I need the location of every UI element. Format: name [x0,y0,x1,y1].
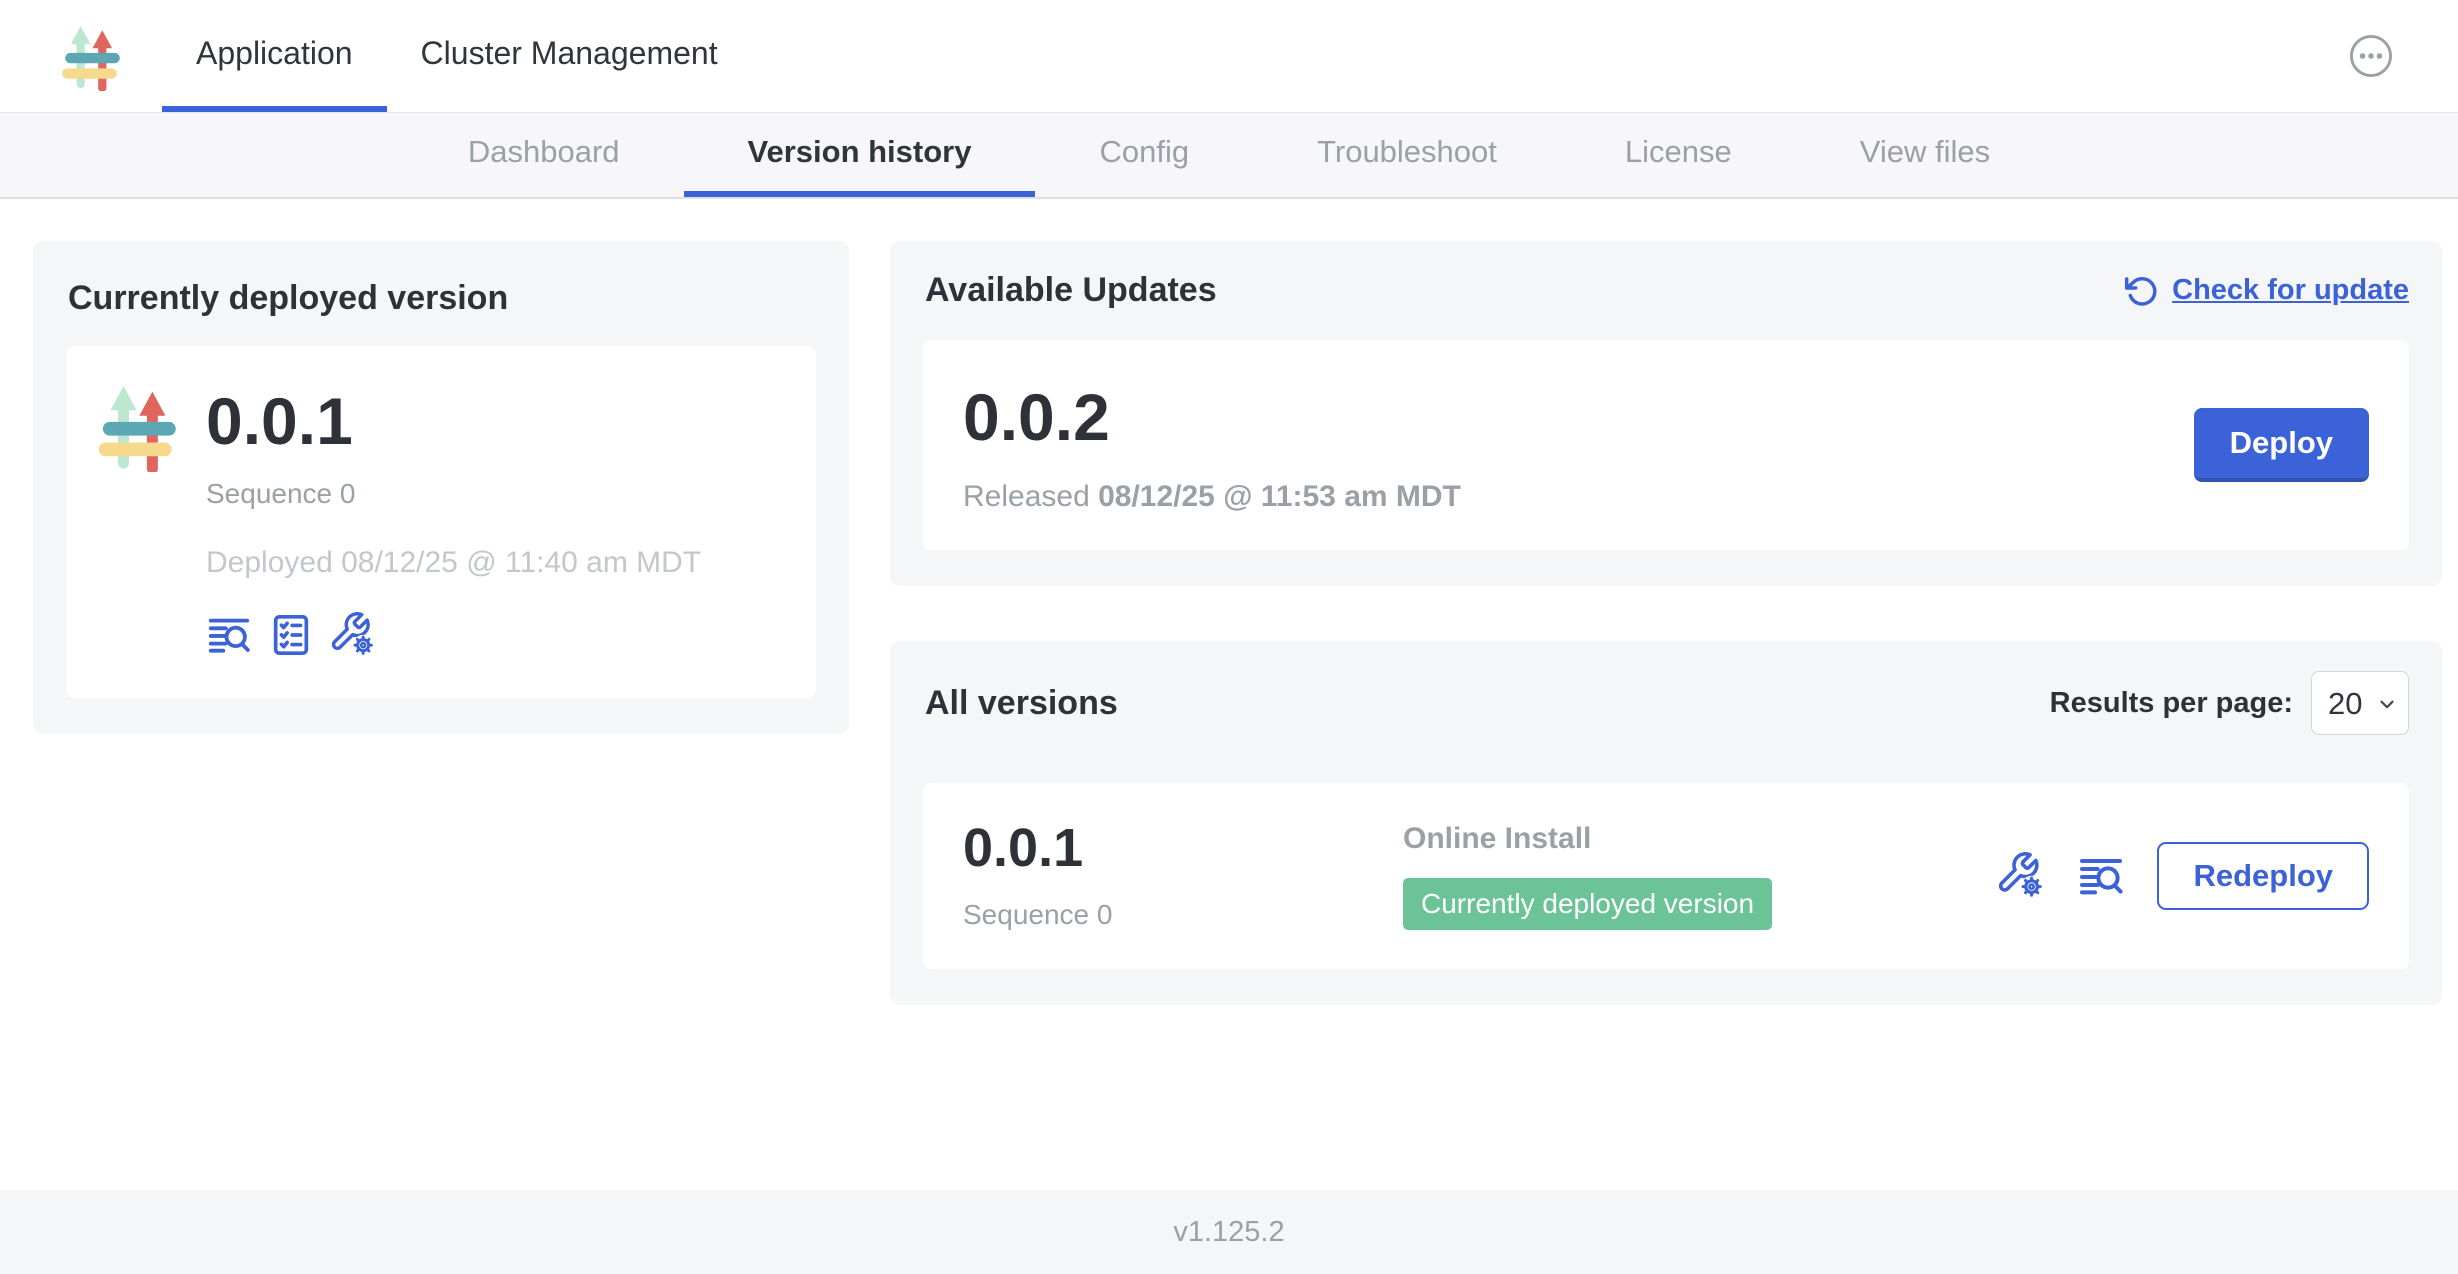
tab-application[interactable]: Application [162,0,387,112]
all-versions-card: All versions Results per page: 20 [890,641,2442,1005]
currently-deployed-card: Currently deployed version 0.0.1 Sequenc… [33,241,849,734]
release-notes-icon[interactable] [2077,852,2125,900]
released-prefix: Released [963,480,1098,513]
results-per-page-select[interactable]: 20 [2311,671,2409,735]
available-updates-card: Available Updates Check for update 0.0.2 [890,241,2442,586]
released-timestamp: 08/12/25 @ 11:53 am MDT [1098,480,1461,513]
deployed-sequence: Sequence 0 [206,478,701,510]
console-version: v1.125.2 [1173,1216,1284,1249]
tab-version-history[interactable]: Version history [684,113,1036,197]
tab-license[interactable]: License [1561,113,1796,197]
preflight-checks-icon[interactable] [268,612,314,658]
ellipsis-circle-icon [2348,33,2394,79]
tab-troubleshoot[interactable]: Troubleshoot [1253,113,1561,197]
update-released-line: Released 08/12/25 @ 11:53 am MDT [963,480,1461,514]
install-type-label: Online Install [1403,822,1997,856]
check-for-update-link[interactable]: Check for update [2124,273,2409,309]
row-sequence: Sequence 0 [963,899,1403,931]
right-column: Available Updates Check for update 0.0.2 [890,241,2442,1190]
deploy-button[interactable]: Deploy [2194,408,2369,482]
edit-config-icon[interactable] [1997,852,2045,900]
tab-view-files[interactable]: View files [1796,113,2054,197]
results-per-page-label: Results per page: [2050,687,2293,720]
redeploy-button[interactable]: Redeploy [2157,842,2369,910]
refresh-icon [2124,273,2160,309]
check-for-update-label: Check for update [2172,274,2409,307]
console-footer: v1.125.2 [0,1190,2458,1274]
tab-dashboard[interactable]: Dashboard [404,113,684,197]
app-header: Application Cluster Management [0,0,2458,113]
available-updates-title: Available Updates [925,271,1217,310]
all-versions-title: All versions [925,684,1118,723]
deployed-timestamp: Deployed 08/12/25 @ 11:40 am MDT [206,546,701,580]
deployed-action-icons [206,612,701,658]
app-subnav: Dashboard Version history Config Trouble… [0,113,2458,199]
available-update-row: 0.0.2 Released 08/12/25 @ 11:53 am MDT D… [923,340,2409,550]
version-row: 0.0.1 Sequence 0 Online Install Currentl… [923,783,2409,969]
deployed-card-title: Currently deployed version [68,279,816,318]
row-version-number: 0.0.1 [963,821,1403,875]
edit-config-icon[interactable] [330,612,376,658]
overflow-menu-button[interactable] [2348,33,2394,79]
deployed-version-panel: 0.0.1 Sequence 0 Deployed 08/12/25 @ 11:… [66,346,816,698]
update-version-number: 0.0.2 [963,384,1461,450]
top-nav: Application Cluster Management [162,0,752,112]
release-notes-icon[interactable] [206,612,252,658]
tab-cluster-management[interactable]: Cluster Management [387,0,752,112]
deployed-version-number: 0.0.1 [206,388,701,454]
currently-deployed-badge: Currently deployed version [1403,878,1772,930]
app-logo-icon [60,21,126,91]
app-logo-icon [96,380,184,658]
main-content: Currently deployed version 0.0.1 Sequenc… [0,199,2458,1190]
tab-config[interactable]: Config [1035,113,1253,197]
